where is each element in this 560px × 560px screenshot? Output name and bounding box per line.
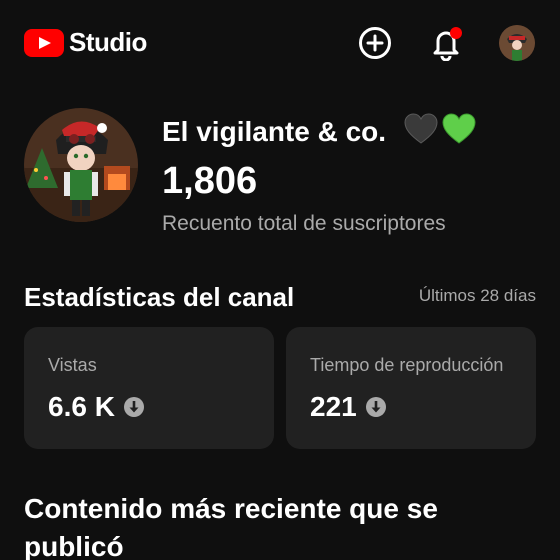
trend-down-icon (123, 397, 144, 417)
studio-logo[interactable]: Studio (24, 27, 147, 58)
watch-time-label: Tiempo de reproducción (310, 355, 504, 375)
watch-time-value-row: 221 (310, 391, 387, 423)
app-name: Studio (69, 27, 147, 57)
views-value-row: 6.6 K (48, 391, 145, 423)
subscriber-count: 1,806 (162, 160, 258, 202)
channel-name: El vigilante & co. (162, 113, 476, 148)
add-circle-icon (359, 27, 391, 59)
watch-time-value: 221 (310, 391, 357, 422)
avatar (24, 108, 138, 222)
channel-name-hearts (404, 113, 476, 145)
channel-stats-title: Estadísticas del canal (24, 282, 295, 312)
notifications-button[interactable] (428, 25, 464, 61)
views-label: Vistas (48, 355, 97, 375)
subscriber-label: Recuento total de suscriptores (162, 212, 446, 235)
youtube-play-icon (24, 28, 64, 57)
views-card[interactable]: Vistas 6.6 K (24, 327, 274, 449)
account-avatar[interactable] (499, 25, 535, 61)
watch-time-card[interactable]: Tiempo de reproducción 221 (286, 327, 536, 449)
create-button[interactable] (357, 25, 393, 61)
stats-period: Últimos 28 días (418, 286, 536, 305)
green-heart-icon (442, 113, 476, 144)
views-value: 6.6 K (48, 391, 115, 422)
top-app-bar: Studio (0, 0, 560, 88)
studio-dashboard: Studio El vigilante & co. 1,806 Recuento… (0, 0, 560, 560)
channel-name-text: El vigilante & co. (162, 116, 387, 147)
notification-dot (450, 27, 462, 39)
channel-avatar[interactable] (24, 108, 138, 222)
black-heart-icon (404, 113, 438, 144)
trend-down-icon (365, 397, 386, 417)
recent-content-title: Contenido más reciente que se publicó (24, 493, 438, 560)
bell-icon (433, 27, 462, 61)
avatar (499, 25, 535, 61)
